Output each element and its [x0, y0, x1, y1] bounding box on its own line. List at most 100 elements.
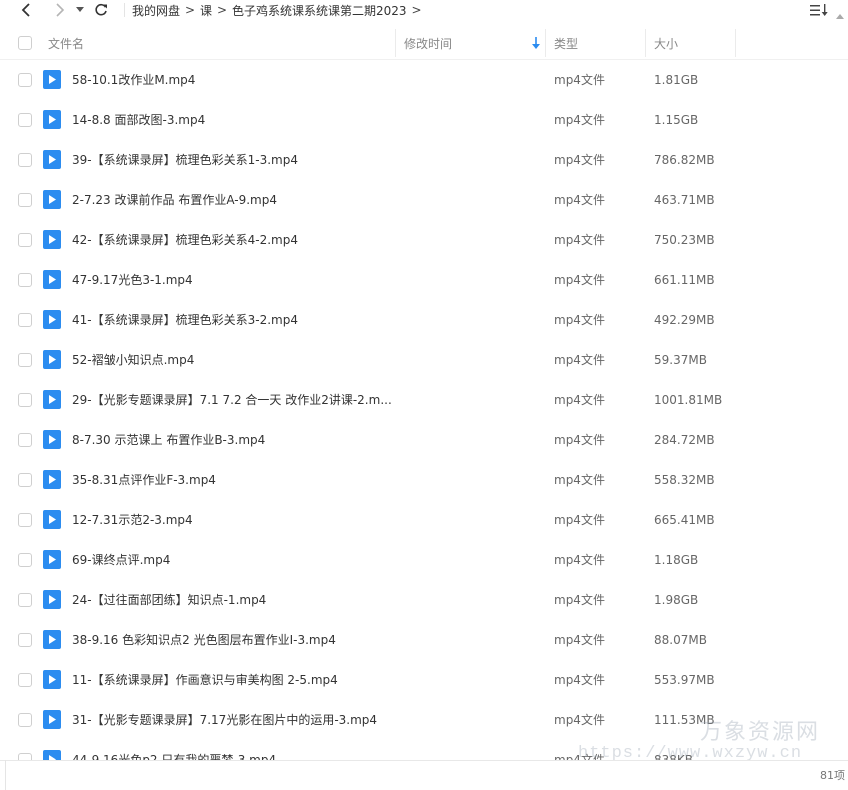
file-size: 1001.81MB [654, 393, 723, 407]
video-file-icon [43, 750, 61, 760]
frame-divider [5, 760, 6, 790]
video-file-icon [43, 430, 61, 449]
file-name[interactable]: 41-【系统课录屏】梳理色彩关系3-2.mp4 [72, 300, 298, 340]
column-type[interactable]: 类型 [554, 26, 578, 60]
file-type: mp4文件 [554, 193, 605, 207]
column-modified[interactable]: 修改时间 [404, 26, 452, 60]
sort-descending-icon [532, 37, 540, 49]
forward-button[interactable] [50, 0, 70, 20]
file-row[interactable]: 38-9.16 色彩知识点2 光色图层布置作业I-3.mp4 mp4文件 88.07… [0, 620, 848, 660]
file-name[interactable]: 47-9.17光色3-1.mp4 [72, 260, 193, 300]
refresh-button[interactable] [92, 0, 110, 20]
file-name[interactable]: 42-【系统课录屏】梳理色彩关系4-2.mp4 [72, 220, 298, 260]
file-name[interactable]: 8-7.30 示范课上 布置作业B-3.mp4 [72, 420, 265, 460]
file-row[interactable]: 41-【系统课录屏】梳理色彩关系3-2.mp4 mp4文件 492.29MB [0, 300, 848, 340]
history-dropdown[interactable] [74, 0, 86, 20]
status-bar: 81项 [0, 760, 848, 790]
row-checkbox[interactable] [18, 113, 32, 127]
back-button[interactable] [16, 0, 36, 20]
file-row[interactable]: 39-【系统课录屏】梳理色彩关系1-3.mp4 mp4文件 786.82MB [0, 140, 848, 180]
file-size: 1.81GB [654, 73, 699, 87]
row-checkbox[interactable] [18, 673, 32, 687]
row-checkbox[interactable] [18, 513, 32, 527]
row-checkbox[interactable] [18, 233, 32, 247]
file-row[interactable]: 69-课终点评.mp4 mp4文件 1.18GB [0, 540, 848, 580]
video-file-icon [43, 550, 61, 569]
file-row[interactable]: 2-7.23 改课前作品 布置作业A-9.mp4 mp4文件 463.71MB [0, 180, 848, 220]
video-file-icon [43, 190, 61, 209]
file-type: mp4文件 [554, 553, 605, 567]
scroll-up-button[interactable] [836, 4, 844, 19]
file-name[interactable]: 44-9.16光色p2 只有我的噩梦-3.mp4 [72, 740, 276, 760]
file-size: 558.32MB [654, 473, 715, 487]
file-name[interactable]: 35-8.31点评作业F-3.mp4 [72, 460, 216, 500]
file-type: mp4文件 [554, 593, 605, 607]
file-row[interactable]: 8-7.30 示范课上 布置作业B-3.mp4 mp4文件 284.72MB [0, 420, 848, 460]
file-size: 553.97MB [654, 673, 715, 687]
column-divider[interactable] [545, 29, 546, 57]
row-checkbox[interactable] [18, 633, 32, 647]
column-size[interactable]: 大小 [654, 26, 678, 60]
breadcrumb-item-folder[interactable]: 色子鸡系统课系统课第二期2023 [232, 2, 407, 19]
file-type: mp4文件 [554, 473, 605, 487]
row-checkbox[interactable] [18, 313, 32, 327]
file-name[interactable]: 24-【过往面部团练】知识点-1.mp4 [72, 580, 266, 620]
file-name[interactable]: 12-7.31示范2-3.mp4 [72, 500, 193, 540]
file-name[interactable]: 29-【光影专题课录屏】7.1 7.2 合一天 改作业2讲课-2.m... [72, 380, 392, 420]
file-row[interactable]: 24-【过往面部团练】知识点-1.mp4 mp4文件 1.98GB [0, 580, 848, 620]
chevron-left-icon [21, 3, 30, 17]
file-name[interactable]: 2-7.23 改课前作品 布置作业A-9.mp4 [72, 180, 277, 220]
row-checkbox[interactable] [18, 273, 32, 287]
file-name[interactable]: 11-【系统课录屏】作画意识与审美构图 2-5.mp4 [72, 660, 338, 700]
file-size: 661.11MB [654, 273, 715, 287]
file-name[interactable]: 39-【系统课录屏】梳理色彩关系1-3.mp4 [72, 140, 298, 180]
row-checkbox[interactable] [18, 393, 32, 407]
video-file-icon [43, 510, 61, 529]
toolbar: 我的网盘 > 课 > 色子鸡系统课系统课第二期2023 > [0, 0, 848, 20]
file-size: 463.71MB [654, 193, 715, 207]
column-name[interactable]: 文件名 [48, 26, 84, 60]
row-checkbox[interactable] [18, 753, 32, 760]
file-row[interactable]: 12-7.31示范2-3.mp4 mp4文件 665.41MB [0, 500, 848, 540]
refresh-icon [95, 3, 107, 16]
row-checkbox[interactable] [18, 153, 32, 167]
file-name[interactable]: 52-褶皱小知识点.mp4 [72, 340, 194, 380]
sort-view-button[interactable] [809, 2, 829, 18]
row-checkbox[interactable] [18, 473, 32, 487]
breadcrumb-item-course[interactable]: 课 [200, 2, 212, 19]
column-divider[interactable] [645, 29, 646, 57]
file-size: 665.41MB [654, 513, 715, 527]
row-checkbox[interactable] [18, 713, 32, 727]
file-row[interactable]: 11-【系统课录屏】作画意识与审美构图 2-5.mp4 mp4文件 553.97MB [0, 660, 848, 700]
file-row[interactable]: 58-10.1改作业M.mp4 mp4文件 1.81GB [0, 60, 848, 100]
breadcrumb-item-root[interactable]: 我的网盘 [132, 2, 180, 19]
item-count: 81项 [820, 769, 845, 782]
file-name[interactable]: 69-课终点评.mp4 [72, 540, 170, 580]
file-row[interactable]: 35-8.31点评作业F-3.mp4 mp4文件 558.32MB [0, 460, 848, 500]
file-name[interactable]: 14-8.8 面部改图-3.mp4 [72, 100, 205, 140]
file-row[interactable]: 52-褶皱小知识点.mp4 mp4文件 59.37MB [0, 340, 848, 380]
select-all-checkbox[interactable] [18, 36, 32, 50]
sort-list-icon [810, 4, 828, 16]
file-row[interactable]: 14-8.8 面部改图-3.mp4 mp4文件 1.15GB [0, 100, 848, 140]
column-divider[interactable] [735, 29, 736, 57]
file-row[interactable]: 42-【系统课录屏】梳理色彩关系4-2.mp4 mp4文件 750.23MB [0, 220, 848, 260]
column-header: 文件名 修改时间 类型 大小 [0, 26, 848, 60]
row-checkbox[interactable] [18, 433, 32, 447]
file-row[interactable]: 47-9.17光色3-1.mp4 mp4文件 661.11MB [0, 260, 848, 300]
row-checkbox[interactable] [18, 193, 32, 207]
row-checkbox[interactable] [18, 353, 32, 367]
row-checkbox[interactable] [18, 73, 32, 87]
breadcrumb-separator-icon: > [411, 3, 422, 17]
column-divider[interactable] [395, 29, 396, 57]
file-name[interactable]: 38-9.16 色彩知识点2 光色图层布置作业I-3.mp4 [72, 620, 336, 660]
file-size: 1.15GB [654, 113, 699, 127]
file-type: mp4文件 [554, 113, 605, 127]
row-checkbox[interactable] [18, 553, 32, 567]
file-name[interactable]: 31-【光影专题课录屏】7.17光影在图片中的运用-3.mp4 [72, 700, 377, 740]
file-row[interactable]: 29-【光影专题课录屏】7.1 7.2 合一天 改作业2讲课-2.m... mp4… [0, 380, 848, 420]
file-size: 492.29MB [654, 313, 715, 327]
file-type: mp4文件 [554, 713, 605, 727]
row-checkbox[interactable] [18, 593, 32, 607]
file-name[interactable]: 58-10.1改作业M.mp4 [72, 60, 195, 100]
